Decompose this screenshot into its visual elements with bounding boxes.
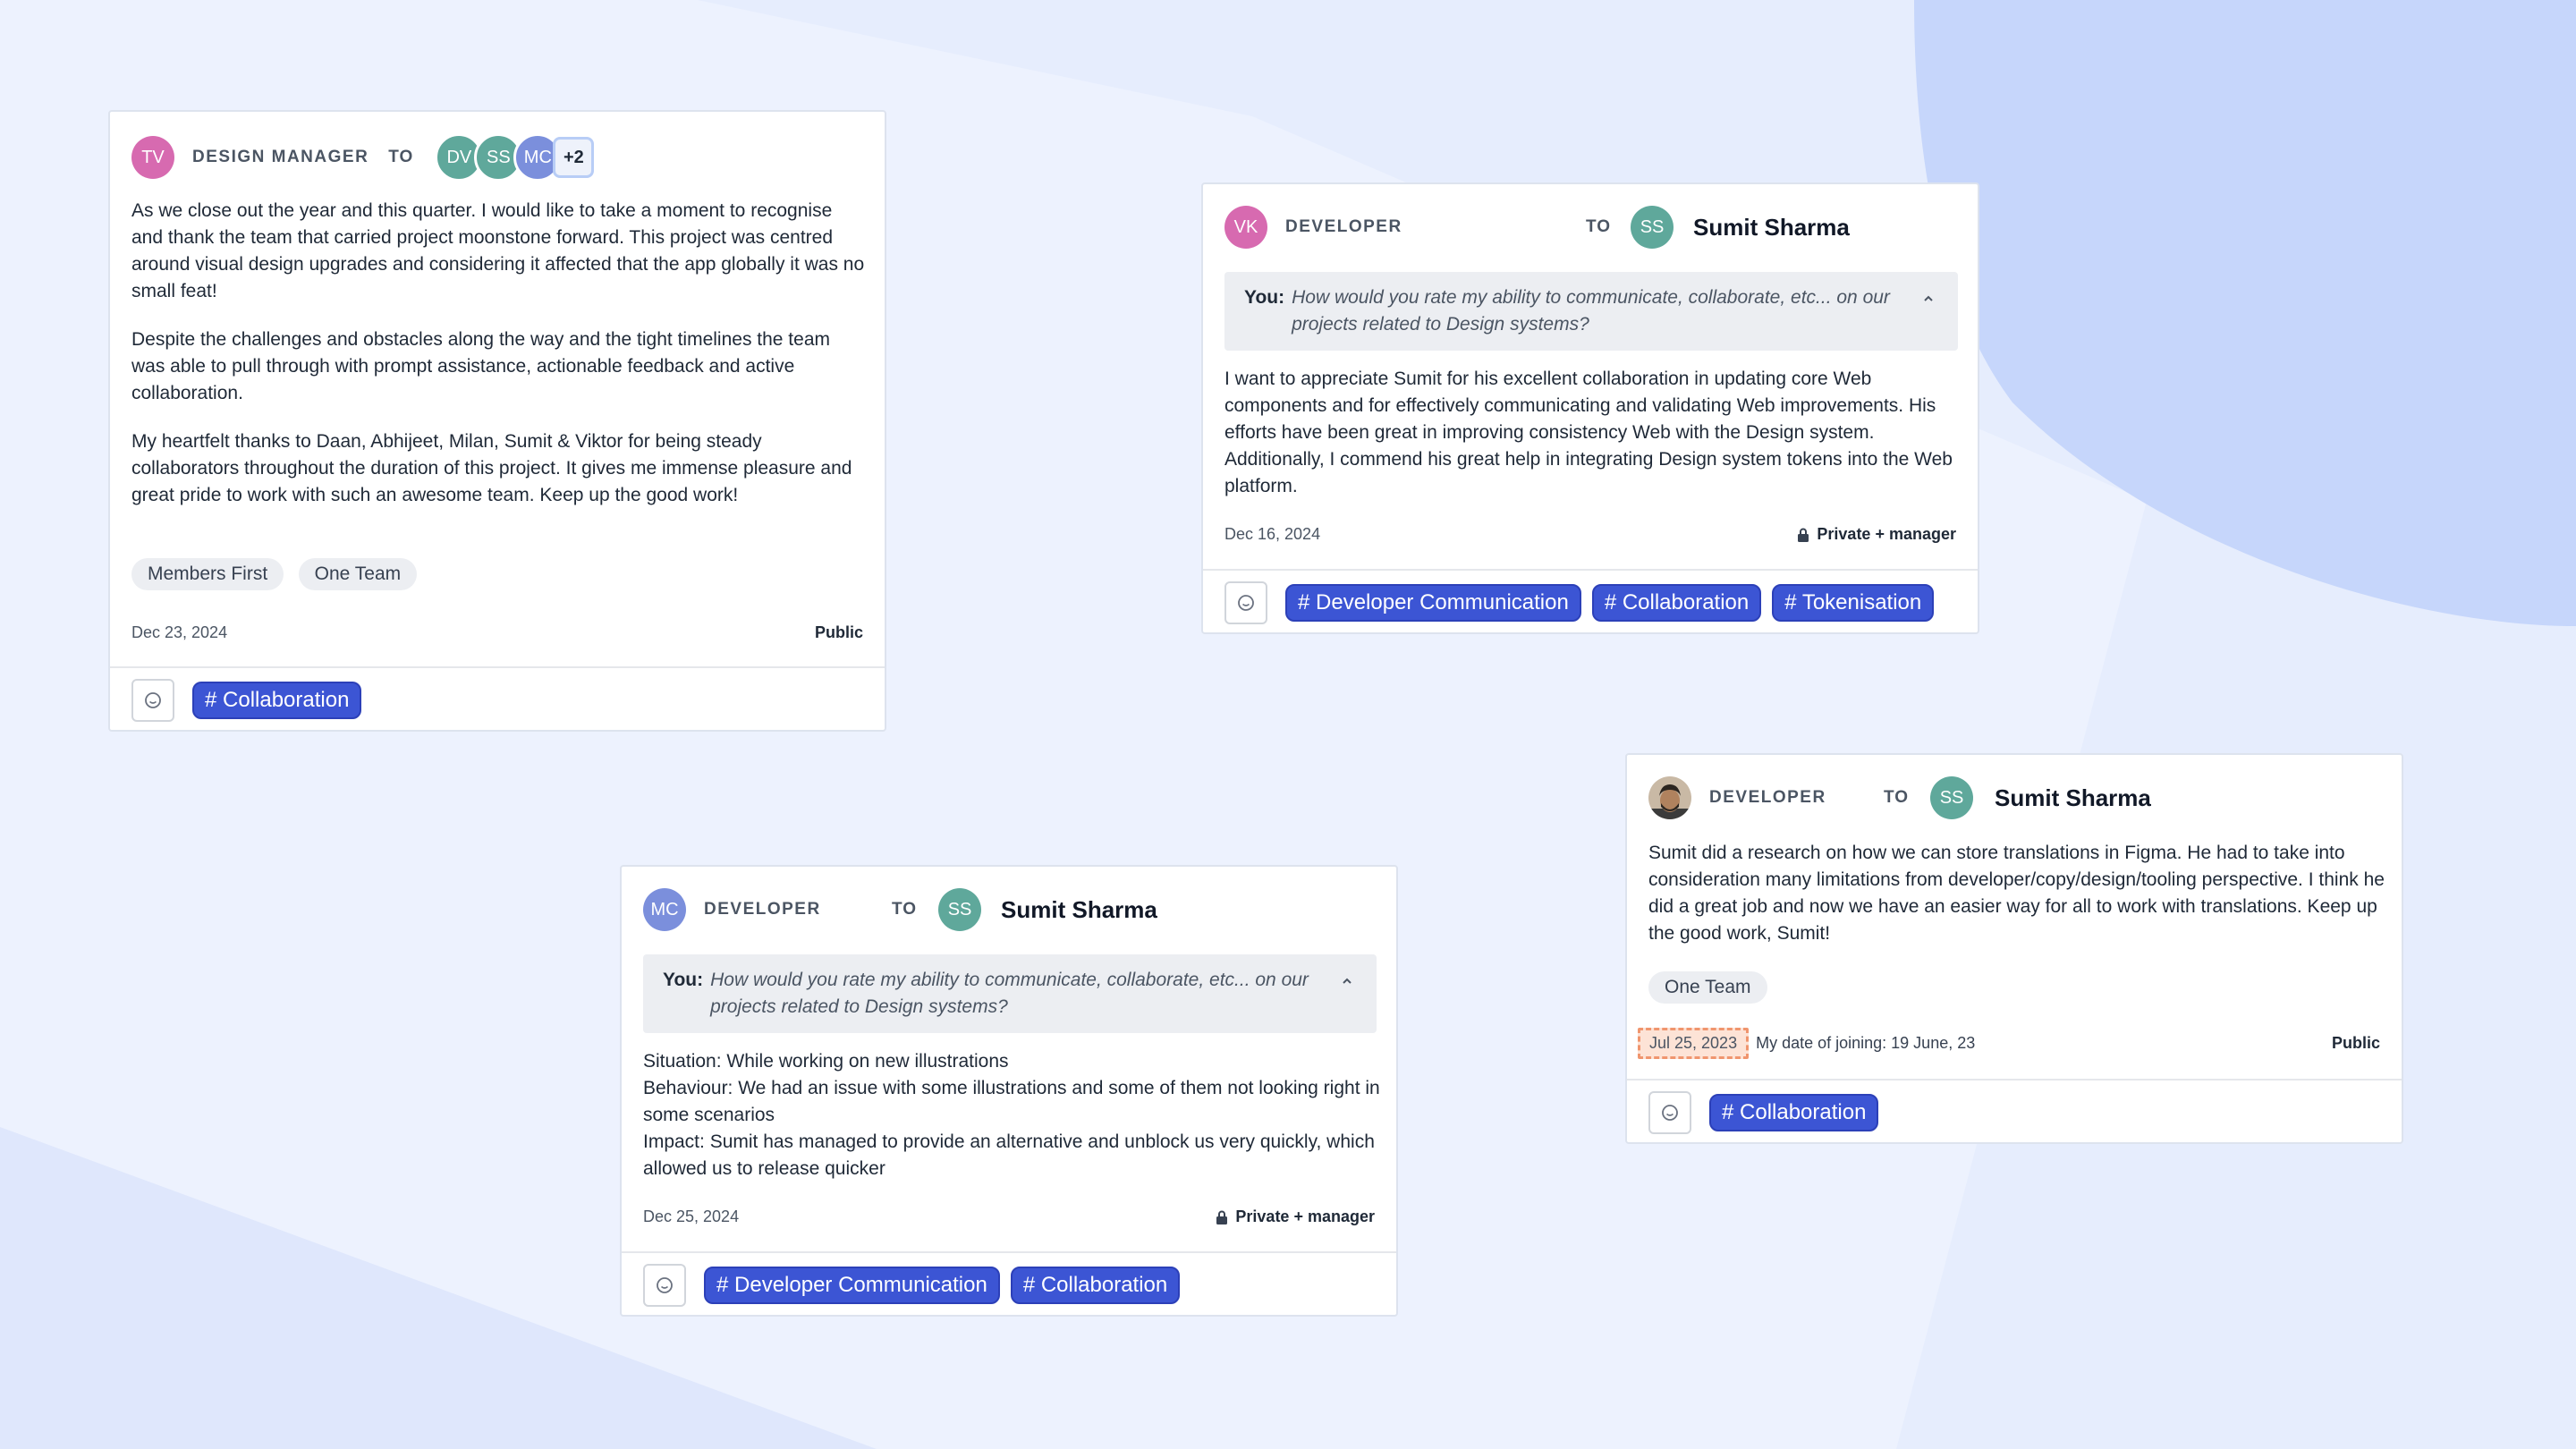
card-footer: # Developer Communication # Collaboratio… — [622, 1251, 1396, 1317]
smile-icon — [657, 1276, 673, 1293]
message-paragraph: Sumit did a research on how we can store… — [1648, 843, 2385, 944]
post-date-highlighted: Jul 25, 2023 — [1638, 1028, 1750, 1059]
feedback-message: As we close out the year and this quarte… — [131, 198, 865, 509]
recipient-initials: SS — [487, 147, 511, 167]
visibility-label: Private + manager — [1797, 525, 1956, 544]
message-paragraph: I want to appreciate Sumit for his excel… — [1224, 369, 1953, 496]
value-pill: One Team — [1648, 971, 1767, 1004]
hashtag-chip[interactable]: # Tokenisation — [1772, 583, 1935, 622]
smile-icon — [145, 691, 161, 708]
recipient-avatar[interactable]: SS — [938, 888, 982, 931]
value-pill: Members First — [131, 558, 284, 590]
post-date: Dec 25, 2024 — [643, 1208, 740, 1225]
hashtag-chip[interactable]: # Collaboration — [1010, 1266, 1181, 1304]
feedback-message: Sumit did a research on how we can store… — [1648, 840, 2387, 947]
smile-icon — [1238, 594, 1254, 611]
message-paragraph: As we close out the year and this quarte… — [131, 200, 865, 301]
post-date: Dec 16, 2024 — [1224, 525, 1321, 543]
to-label: TO — [388, 148, 414, 166]
to-label: TO — [1586, 217, 1612, 236]
recipient-name[interactable]: Sumit Sharma — [1693, 214, 1850, 242]
recipient-initials: SS — [1939, 787, 1964, 808]
recipient-avatar[interactable]: SS — [1631, 206, 1674, 249]
chevron-up-icon[interactable] — [1337, 971, 1357, 991]
hashtag-chip[interactable]: # Collaboration — [1591, 583, 1762, 622]
feedback-message: Situation: While working on new illustra… — [643, 1048, 1382, 1182]
hashtag-chip[interactable]: # Collaboration — [1709, 1093, 1879, 1131]
hashtag-chip[interactable]: # Collaboration — [192, 681, 362, 719]
date-note: My date of joining: 19 June, 23 — [1756, 1034, 1976, 1052]
recipient-name[interactable]: Sumit Sharma — [1995, 784, 2151, 812]
message-paragraph: Despite the challenges and obstacles alo… — [131, 329, 830, 403]
message-line: Situation: While working on new illustra… — [643, 1051, 1009, 1072]
add-reaction-button[interactable] — [1648, 1090, 1691, 1134]
author-role: DEVELOPER — [1285, 217, 1402, 236]
message-paragraph: My heartfelt thanks to Daan, Abhijeet, M… — [131, 431, 852, 505]
visibility-text: Private + manager — [1817, 525, 1956, 543]
add-reaction-button[interactable] — [643, 1263, 686, 1307]
author-initials: TV — [141, 147, 165, 167]
recipient-initials: DV — [446, 147, 472, 167]
author-role: DEVELOPER — [1709, 788, 1826, 807]
feedback-question[interactable]: You: How would you rate my ability to co… — [1224, 272, 1958, 351]
feedback-card-photo: DEVELOPER TO SS Sumit Sharma Sumit did a… — [1625, 753, 2403, 1144]
feedback-card-vk: VK DEVELOPER TO SS Sumit Sharma You: How… — [1201, 182, 1979, 634]
recipient-initials: SS — [947, 899, 972, 919]
recipient-initials: SS — [1640, 216, 1665, 237]
lock-icon — [1216, 1210, 1228, 1224]
visibility-text: Private + manager — [1235, 1208, 1375, 1225]
author-avatar[interactable]: TV — [131, 136, 174, 179]
value-pill: One Team — [298, 558, 418, 590]
visibility-label: Private + manager — [1216, 1208, 1375, 1226]
visibility-label: Public — [815, 623, 863, 642]
question-prefix: You: — [1244, 287, 1285, 308]
post-date: Dec 23, 2024 — [131, 623, 228, 641]
card-footer: # Collaboration — [110, 666, 885, 732]
feedback-question[interactable]: You: How would you rate my ability to co… — [643, 954, 1377, 1033]
author-avatar[interactable]: MC — [643, 888, 686, 931]
smile-icon — [1662, 1104, 1678, 1121]
question-text: How would you rate my ability to communi… — [1292, 287, 1890, 335]
add-reaction-button[interactable] — [1224, 580, 1267, 624]
value-pills: One Team — [1648, 971, 1778, 1004]
meta-row: Dec 23, 2024 Public — [131, 623, 863, 642]
meta-row: Dec 16, 2024 Private + manager — [1224, 525, 1956, 544]
meta-row: Dec 25, 2024 Private + manager — [643, 1208, 1375, 1226]
card-footer: # Developer Communication # Collaboratio… — [1203, 569, 1978, 634]
recipient-name[interactable]: Sumit Sharma — [1001, 896, 1157, 924]
card-footer: # Collaboration — [1627, 1079, 2402, 1144]
message-line: Behaviour: We had an issue with some ill… — [643, 1078, 1380, 1125]
add-reaction-button[interactable] — [131, 678, 174, 722]
author-role: DESIGN MANAGER — [192, 148, 369, 166]
author-photo-avatar[interactable] — [1648, 776, 1691, 819]
author-avatar[interactable]: VK — [1224, 206, 1267, 249]
message-line: Impact: Sumit has managed to provide an … — [643, 1131, 1375, 1179]
feedback-message: I want to appreciate Sumit for his excel… — [1224, 366, 1963, 500]
chevron-up-icon[interactable] — [1919, 289, 1938, 309]
author-role: DEVELOPER — [704, 900, 821, 919]
question-prefix: You: — [663, 970, 704, 990]
visibility-text: Public — [2331, 1034, 2380, 1052]
lock-icon — [1798, 528, 1809, 542]
author-initials: VK — [1233, 216, 1258, 237]
hashtag-chip[interactable]: # Developer Communication — [1285, 583, 1581, 622]
value-pills: Members First One Team — [131, 558, 428, 590]
hashtag-chip[interactable]: # Developer Communication — [704, 1266, 1000, 1304]
recipient-avatar[interactable]: SS — [1930, 776, 1974, 819]
author-initials: MC — [650, 899, 679, 919]
recipient-initials: MC — [523, 147, 552, 167]
visibility-label: Public — [2332, 1034, 2380, 1053]
more-recipients-badge[interactable]: +2 — [553, 137, 595, 178]
feedback-card-mc: MC DEVELOPER TO SS Sumit Sharma You: How… — [620, 865, 1398, 1317]
recipient-avatar-group[interactable]: DV SS MC +2 — [435, 133, 595, 182]
to-label: TO — [1884, 788, 1910, 807]
meta-row: Jul 25, 2023 My date of joining: 19 June… — [1638, 1028, 2380, 1059]
question-text: How would you rate my ability to communi… — [710, 970, 1309, 1017]
visibility-text: Public — [814, 623, 863, 641]
feedback-card-team: TV DESIGN MANAGER TO DV SS MC +2 As we c… — [108, 110, 886, 732]
to-label: TO — [892, 900, 918, 919]
